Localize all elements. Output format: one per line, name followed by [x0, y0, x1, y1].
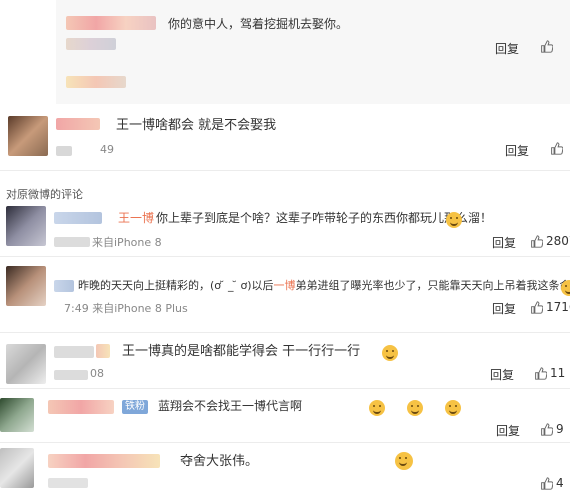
blurred-time — [54, 370, 88, 380]
like-button[interactable]: 11 — [534, 366, 565, 380]
like-count: 2807 — [546, 234, 570, 248]
section-header: 对原微博的评论 — [6, 188, 83, 201]
avatar — [6, 206, 46, 246]
comment-text: 昨晚的天天向上挺精彩的，(ơ ̆ _ ̆ ơ)以后一博弟弟进组了曝光率也少了，只… — [78, 278, 570, 294]
blurred-username — [48, 454, 160, 468]
commenter-name[interactable]: 王一博 — [118, 210, 154, 226]
avatar — [6, 344, 46, 384]
like-count: 4 — [556, 476, 564, 490]
emoji-icon — [369, 400, 386, 416]
like-button[interactable] — [550, 142, 566, 155]
blurred-username — [54, 280, 74, 292]
comment-text-part-b: 弟弟进组了曝光率也少了，只能靠天天向上吊着我这条命 — [295, 279, 570, 292]
reply-button[interactable]: 回复 — [495, 40, 519, 57]
divider — [0, 442, 570, 443]
divider — [0, 170, 570, 171]
comment-text: 你上辈子到底是个啥？这辈子咋带轮子的东西你都玩儿那么溜！ — [156, 211, 493, 225]
reply-button[interactable]: 回复 — [505, 142, 529, 159]
comment-meta: 来自iPhone 8 — [92, 236, 162, 249]
blurred-meta — [66, 38, 116, 50]
blurred-meta — [66, 76, 126, 88]
like-button[interactable]: 4 — [540, 476, 564, 490]
thumb-up-icon — [535, 366, 547, 380]
thumb-up-icon — [541, 422, 553, 436]
emoji-icon — [446, 212, 462, 228]
like-button[interactable]: 9 — [540, 422, 564, 436]
blurred-avatar-small — [96, 344, 110, 358]
divider — [0, 388, 570, 389]
thumb-up-icon — [541, 476, 553, 490]
emoji-icon — [445, 400, 462, 416]
comment-meta: 7:49 来自iPhone 8 Plus — [64, 302, 188, 315]
thumb-up-icon — [531, 300, 543, 314]
like-count: 9 — [556, 422, 564, 436]
avatar — [6, 266, 46, 306]
comment-text: 夺舍大张伟。 — [180, 454, 259, 469]
blurred-time — [56, 146, 72, 156]
reply-text: 你的意中人，驾着挖掘机去娶你。 — [168, 17, 349, 31]
blurred-username — [54, 212, 102, 224]
thumb-up-icon — [531, 234, 543, 248]
reply-button[interactable]: 回复 — [490, 366, 514, 383]
like-button[interactable]: 2807 — [530, 234, 570, 248]
blurred-username — [54, 346, 94, 358]
blurred-time — [54, 237, 90, 247]
blurred-time — [48, 478, 88, 488]
like-button[interactable] — [540, 40, 556, 53]
comment-time: 49 — [100, 143, 114, 156]
blurred-username — [48, 400, 114, 414]
divider — [0, 332, 570, 333]
blurred-username — [66, 16, 156, 30]
divider — [0, 256, 570, 257]
like-button[interactable]: 1716 — [530, 300, 570, 314]
reply-button[interactable]: 回复 — [492, 300, 516, 317]
commenter-mention[interactable]: 一博 — [274, 279, 296, 292]
comment-text: 王一博真的是啥都能学得会 干一行行一行 — [122, 344, 361, 359]
comment-text: 蓝翔会不会找王一博代言啊 — [158, 399, 303, 413]
thumb-up-icon — [541, 40, 553, 53]
comment-meta: 08 — [90, 367, 104, 380]
blurred-username — [56, 118, 100, 130]
emoji-icon — [407, 400, 424, 416]
emoji-icon — [382, 345, 399, 361]
avatar — [0, 448, 34, 488]
fan-badge: 铁粉 — [122, 400, 148, 414]
reply-button[interactable]: 回复 — [496, 422, 520, 439]
like-count: 1716 — [546, 300, 570, 314]
avatar — [0, 398, 34, 432]
comment-text: 王一博啥都会 就是不会娶我 — [116, 118, 277, 133]
avatar — [8, 116, 48, 156]
emoji-icon — [561, 280, 570, 296]
reply-button[interactable]: 回复 — [492, 234, 516, 251]
comment-text-part-a: 昨晚的天天向上挺精彩的，(ơ ̆ _ ̆ ơ)以后 — [78, 279, 274, 292]
like-count: 11 — [550, 366, 566, 380]
thumb-up-icon — [551, 142, 563, 155]
emoji-icon — [394, 452, 413, 470]
